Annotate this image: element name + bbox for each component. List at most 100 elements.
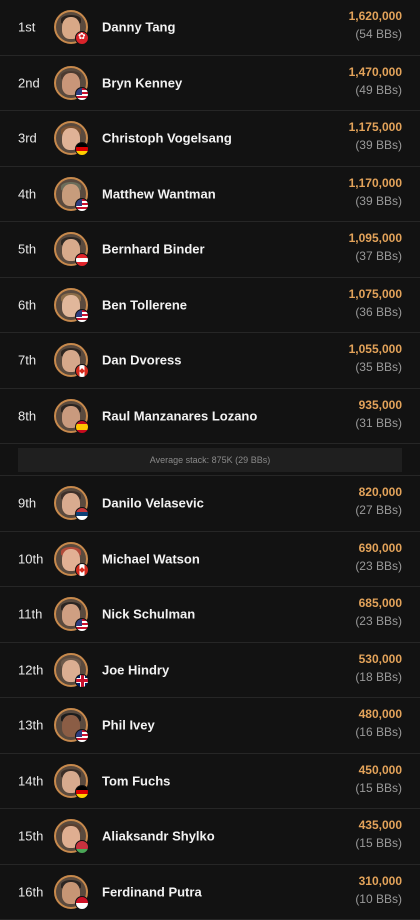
player-big-blinds: (23 BBs) [355,614,402,628]
player-name[interactable]: Ben Tollerene [102,297,187,312]
player-avatar[interactable] [54,399,88,433]
player-name[interactable]: Danilo Velasevic [102,496,204,511]
player-rank: 7th [18,353,36,368]
player-name[interactable]: Joe Hindry [102,662,169,677]
canada-flag-icon [75,364,89,378]
player-row[interactable]: 4th Matthew Wantman 1,170,000 (39 BBs) [0,167,420,223]
player-avatar[interactable] [54,597,88,631]
austria-flag-icon [75,253,89,267]
player-name[interactable]: Bryn Kenney [102,75,182,90]
player-rank: 13th [18,718,43,733]
player-row[interactable]: 15th Aliaksandr Shylko 435,000 (15 BBs) [0,809,420,865]
player-list-bottom: 9th Danilo Velasevic 820,000 (27 BBs) 10… [0,476,420,920]
average-stack-label: Average stack: 875K (29 BBs) [18,448,402,472]
player-big-blinds: (39 BBs) [355,138,402,152]
player-row[interactable]: 11th Nick Schulman 685,000 (23 BBs) [0,587,420,643]
spain-flag-icon [75,420,89,434]
player-rank: 14th [18,773,43,788]
player-row[interactable]: 9th Danilo Velasevic 820,000 (27 BBs) [0,476,420,532]
average-stack-row: Average stack: 875K (29 BBs) [0,448,420,476]
player-avatar[interactable] [54,121,88,155]
player-chip-count: 685,000 [359,596,402,610]
player-name[interactable]: Michael Watson [102,551,200,566]
player-row[interactable]: 7th Dan Dvoress 1,055,000 (35 BBs) [0,333,420,389]
player-avatar[interactable] [54,10,88,44]
player-rank: 3rd [18,131,37,146]
player-name[interactable]: Ferdinand Putra [102,884,202,899]
player-big-blinds: (31 BBs) [355,416,402,430]
player-rank: 12th [18,662,43,677]
player-row[interactable]: 13th Phil Ivey 480,000 (16 BBs) [0,698,420,754]
player-chip-count: 530,000 [359,652,402,666]
player-row[interactable]: 1st Danny Tang 1,620,000 (54 BBs) [0,0,420,56]
player-avatar[interactable] [54,177,88,211]
player-row[interactable]: 2nd Bryn Kenney 1,470,000 (49 BBs) [0,56,420,112]
usa-flag-icon [75,198,89,212]
player-big-blinds: (39 BBs) [355,194,402,208]
player-row[interactable]: 6th Ben Tollerene 1,075,000 (36 BBs) [0,278,420,334]
hong-kong-flag-icon [75,31,89,45]
player-row[interactable]: 8th Raul Manzanares Lozano 935,000 (31 B… [0,389,420,445]
player-row[interactable]: 10th Michael Watson 690,000 (23 BBs) [0,532,420,588]
player-name[interactable]: Bernhard Binder [102,242,205,257]
player-name[interactable]: Nick Schulman [102,607,195,622]
player-avatar[interactable] [54,542,88,576]
player-avatar[interactable] [54,819,88,853]
usa-flag-icon [75,309,89,323]
usa-flag-icon [75,729,89,743]
player-chip-count: 1,170,000 [349,176,402,190]
player-rank: 15th [18,829,43,844]
chip-count-leaderboard: 1st Danny Tang 1,620,000 (54 BBs) 2nd Br… [0,0,420,920]
belarus-flag-icon [75,840,89,854]
player-big-blinds: (18 BBs) [355,670,402,684]
player-chip-count: 435,000 [359,818,402,832]
player-chip-count: 1,620,000 [349,9,402,23]
player-avatar[interactable] [54,653,88,687]
player-row[interactable]: 3rd Christoph Vogelsang 1,175,000 (39 BB… [0,111,420,167]
player-chip-count: 450,000 [359,763,402,777]
player-name[interactable]: Phil Ivey [102,718,155,733]
player-rank: 1st [18,20,35,35]
uk-flag-icon [75,674,89,688]
player-rank: 9th [18,496,36,511]
player-rank: 8th [18,408,36,423]
player-avatar[interactable] [54,288,88,322]
player-chip-count: 310,000 [359,874,402,888]
player-name[interactable]: Tom Fuchs [102,773,170,788]
player-name[interactable]: Danny Tang [102,20,175,35]
player-avatar[interactable] [54,66,88,100]
player-name[interactable]: Matthew Wantman [102,186,216,201]
player-name[interactable]: Raul Manzanares Lozano [102,408,257,423]
player-rank: 4th [18,186,36,201]
player-name[interactable]: Aliaksandr Shylko [102,829,215,844]
player-rank: 2nd [18,75,40,90]
canada-flag-icon [75,563,89,577]
player-big-blinds: (54 BBs) [355,27,402,41]
player-row[interactable]: 16th Ferdinand Putra 310,000 (10 BBs) [0,865,420,920]
player-avatar[interactable] [54,486,88,520]
germany-flag-icon [75,785,89,799]
player-row[interactable]: 14th Tom Fuchs 450,000 (15 BBs) [0,754,420,810]
player-big-blinds: (27 BBs) [355,503,402,517]
serbia-flag-icon [75,507,89,521]
player-big-blinds: (15 BBs) [355,781,402,795]
player-rank: 10th [18,551,43,566]
player-row[interactable]: 5th Bernhard Binder 1,095,000 (37 BBs) [0,222,420,278]
player-avatar[interactable] [54,764,88,798]
player-chip-count: 1,175,000 [349,120,402,134]
player-chip-count: 1,055,000 [349,342,402,356]
indonesia-flag-icon [75,896,89,910]
player-rank: 16th [18,884,43,899]
player-name[interactable]: Dan Dvoress [102,353,181,368]
player-avatar[interactable] [54,343,88,377]
player-avatar[interactable] [54,875,88,909]
player-chip-count: 690,000 [359,541,402,555]
player-chip-count: 1,075,000 [349,287,402,301]
player-chip-count: 935,000 [359,398,402,412]
player-row[interactable]: 12th Joe Hindry 530,000 (18 BBs) [0,643,420,699]
player-big-blinds: (23 BBs) [355,559,402,573]
player-avatar[interactable] [54,708,88,742]
player-big-blinds: (16 BBs) [355,725,402,739]
player-name[interactable]: Christoph Vogelsang [102,131,232,146]
player-avatar[interactable] [54,232,88,266]
